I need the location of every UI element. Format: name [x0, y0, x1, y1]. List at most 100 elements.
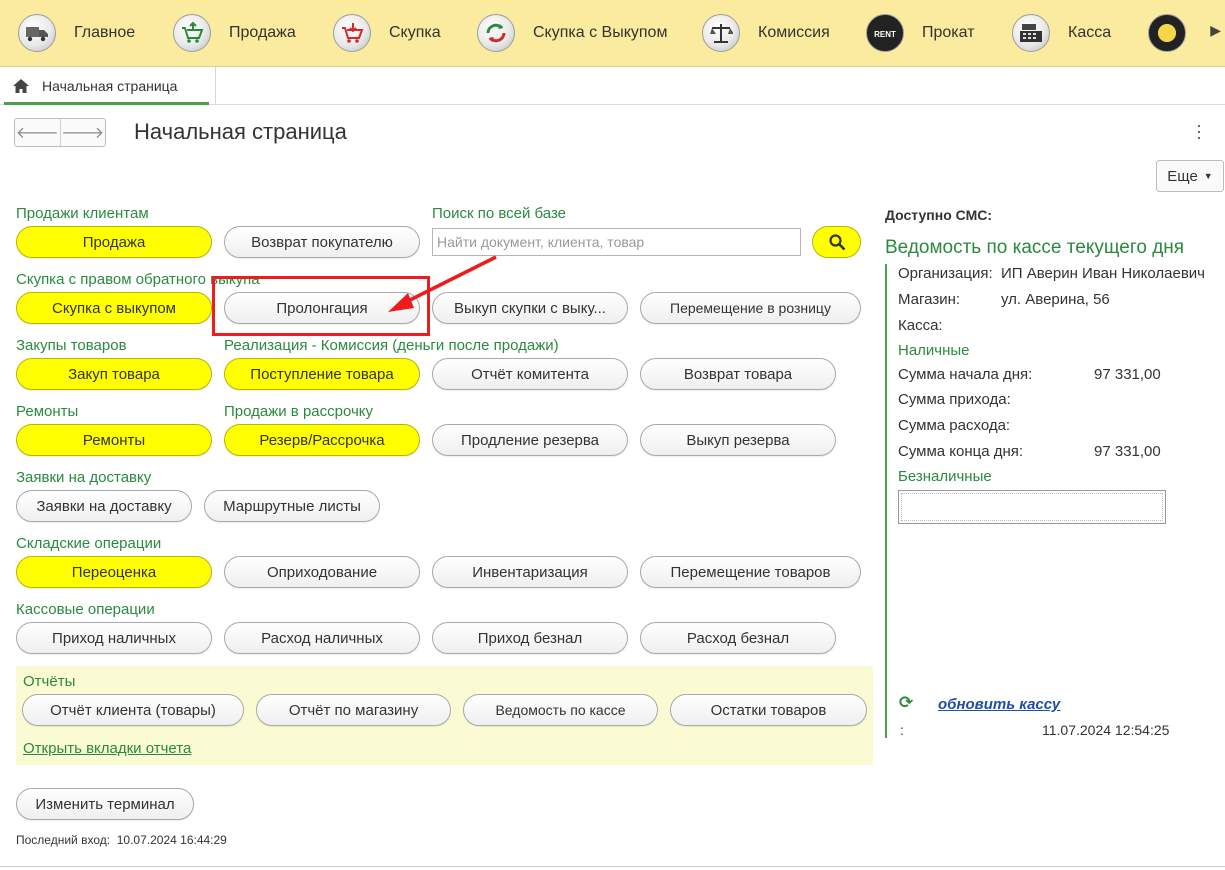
cycle-arrows-icon — [477, 14, 515, 52]
nav-buying-label: Скупка — [389, 24, 441, 41]
timestamp-colon: : — [900, 722, 904, 738]
move-goods-button[interactable]: Перемещение товаров — [640, 556, 861, 588]
income-label: Сумма прихода: — [898, 391, 1011, 408]
nav-commission[interactable]: Комиссия — [702, 12, 830, 54]
nav-main[interactable]: Главное — [18, 12, 135, 54]
inventory-button[interactable]: Инвентаризация — [432, 556, 628, 588]
org-label: Организация: — [898, 265, 993, 282]
store-report-button[interactable]: Отчёт по магазину — [256, 694, 451, 726]
nav-commission-label: Комиссия — [758, 24, 830, 41]
repairs-button[interactable]: Ремонты — [16, 424, 212, 456]
scales-icon — [702, 14, 740, 52]
buyback-button[interactable]: Скупка с выкупом — [16, 292, 212, 324]
kebab-menu-icon[interactable]: · · · — [1196, 116, 1202, 146]
tab-home-label: Начальная страница — [42, 78, 178, 94]
day-start-label: Сумма начала дня: — [898, 366, 1033, 383]
change-terminal-button[interactable]: Изменить терминал — [16, 788, 194, 820]
scroll-right-icon[interactable]: ▶ — [1210, 22, 1221, 39]
cash-statement-button[interactable]: Ведомость по кассе — [463, 694, 658, 726]
annotation-arrow-icon — [388, 255, 497, 312]
nav-rent-label: Прокат — [922, 24, 975, 41]
store-value: ул. Аверина, 56 — [1001, 291, 1110, 308]
day-end-value: 97 331,00 — [1094, 443, 1161, 460]
open-report-tabs-link[interactable]: Открыть вкладки отчета — [23, 740, 191, 757]
nav-rent[interactable]: RENT Прокат — [866, 12, 975, 54]
more-button[interactable]: Еще ▼ — [1156, 160, 1224, 192]
return-goods-button[interactable]: Возврат товара — [640, 358, 836, 390]
last-login-value: 10.07.2024 16:44:29 — [116, 833, 227, 847]
truck-icon — [18, 14, 56, 52]
last-login-info: Последний вход: 10.07.2024 16:44:29 — [16, 833, 227, 847]
group-warehouse-label: Складские операции — [16, 535, 162, 552]
cashless-field[interactable] — [898, 490, 1166, 524]
group-purchases-label: Закупы товаров — [16, 337, 127, 354]
stock-balance-button[interactable]: Остатки товаров — [670, 694, 867, 726]
noncash-in-button[interactable]: Приход безнал — [432, 622, 628, 654]
move-to-retail-button[interactable]: Перемещение в розницу — [640, 292, 861, 324]
home-icon — [13, 79, 29, 93]
nav-buyback-label: Скупка с Выкупом — [533, 24, 668, 41]
group-sales-label: Продажи клиентам — [16, 205, 149, 222]
group-cash-ops-label: Кассовые операции — [16, 601, 155, 618]
search-icon — [828, 234, 845, 251]
day-start-value: 97 331,00 — [1094, 366, 1161, 383]
main-menu-bar: Главное Продажа Скупка Скупка с Выкупом … — [0, 0, 1225, 67]
bottom-divider — [0, 866, 1225, 867]
open-tabs-bar: Начальная страница — [0, 67, 1225, 105]
refresh-cashbox-link[interactable]: обновить кассу — [938, 696, 1060, 713]
chevron-down-icon: ▼ — [1203, 171, 1213, 181]
cashbox-label: Касса: — [898, 317, 943, 334]
search-button[interactable] — [812, 226, 861, 258]
org-value: ИП Аверин Иван Николаевич — [1001, 265, 1205, 282]
back-arrow-icon[interactable]: 🡐 — [15, 119, 60, 146]
cash-in-button[interactable]: Приход наличных — [16, 622, 212, 654]
consignor-report-button[interactable]: Отчёт комитента — [432, 358, 628, 390]
cash-out-button[interactable]: Расход наличных — [224, 622, 420, 654]
group-commission-label: Реализация - Комиссия (деньги после прод… — [224, 337, 559, 354]
redeem-reserve-button[interactable]: Выкуп резерва — [640, 424, 836, 456]
expense-label: Сумма расхода: — [898, 417, 1011, 434]
day-end-label: Сумма конца дня: — [898, 443, 1024, 460]
extend-reserve-button[interactable]: Продление резерва — [432, 424, 628, 456]
client-report-button[interactable]: Отчёт клиента (товары) — [22, 694, 244, 726]
cart-up-icon — [173, 14, 211, 52]
sale-button[interactable]: Продажа — [16, 226, 212, 258]
refresh-timestamp: 11.07.2024 12:54:25 — [1042, 722, 1170, 738]
purchase-goods-button[interactable]: Закуп товара — [16, 358, 212, 390]
group-reports-label: Отчёты — [23, 673, 76, 690]
goods-receipt-button[interactable]: Поступление товара — [224, 358, 420, 390]
rent-icon: RENT — [866, 14, 904, 52]
cash-section-label: Наличные — [898, 342, 970, 359]
nav-cash[interactable]: Касса — [1012, 12, 1111, 54]
delivery-requests-button[interactable]: Заявки на доставку — [16, 490, 192, 522]
nav-main-label: Главное — [74, 24, 136, 41]
nav-cash-label: Касса — [1068, 24, 1112, 41]
more-button-label: Еще — [1167, 167, 1198, 185]
cash-register-icon — [1012, 14, 1050, 52]
nav-sales[interactable]: Продажа — [173, 12, 296, 54]
refresh-icon[interactable]: ⟳ — [899, 693, 913, 713]
nav-logo-item[interactable] — [1148, 12, 1186, 54]
nav-sales-label: Продажа — [229, 24, 296, 41]
svg-text:RENT: RENT — [874, 30, 896, 39]
cash-statement-title: Ведомость по кассе текущего дня — [885, 237, 1185, 258]
active-tab-indicator — [4, 102, 209, 105]
page-title: Начальная страница — [134, 119, 347, 144]
sms-available-label: Доступно СМС: — [885, 207, 993, 223]
nav-buyback[interactable]: Скупка с Выкупом — [477, 12, 667, 54]
revaluation-button[interactable]: Переоценка — [16, 556, 212, 588]
nav-buying[interactable]: Скупка — [333, 12, 441, 54]
brand-logo-icon — [1148, 14, 1186, 52]
noncash-out-button[interactable]: Расход безнал — [640, 622, 836, 654]
statement-divider — [885, 264, 887, 738]
cart-down-icon — [333, 14, 371, 52]
cashless-section-label: Безналичные — [898, 468, 992, 485]
posting-button[interactable]: Оприходование — [224, 556, 420, 588]
tab-home[interactable]: Начальная страница — [0, 67, 216, 105]
group-search-label: Поиск по всей базе — [432, 205, 567, 222]
route-sheets-button[interactable]: Маршрутные листы — [204, 490, 380, 522]
reserve-installment-button[interactable]: Резерв/Рассрочка — [224, 424, 420, 456]
forward-arrow-icon[interactable]: 🡒 — [59, 119, 106, 146]
last-login-label: Последний вход: — [16, 833, 111, 847]
group-installments-label: Продажи в рассрочку — [224, 403, 374, 420]
